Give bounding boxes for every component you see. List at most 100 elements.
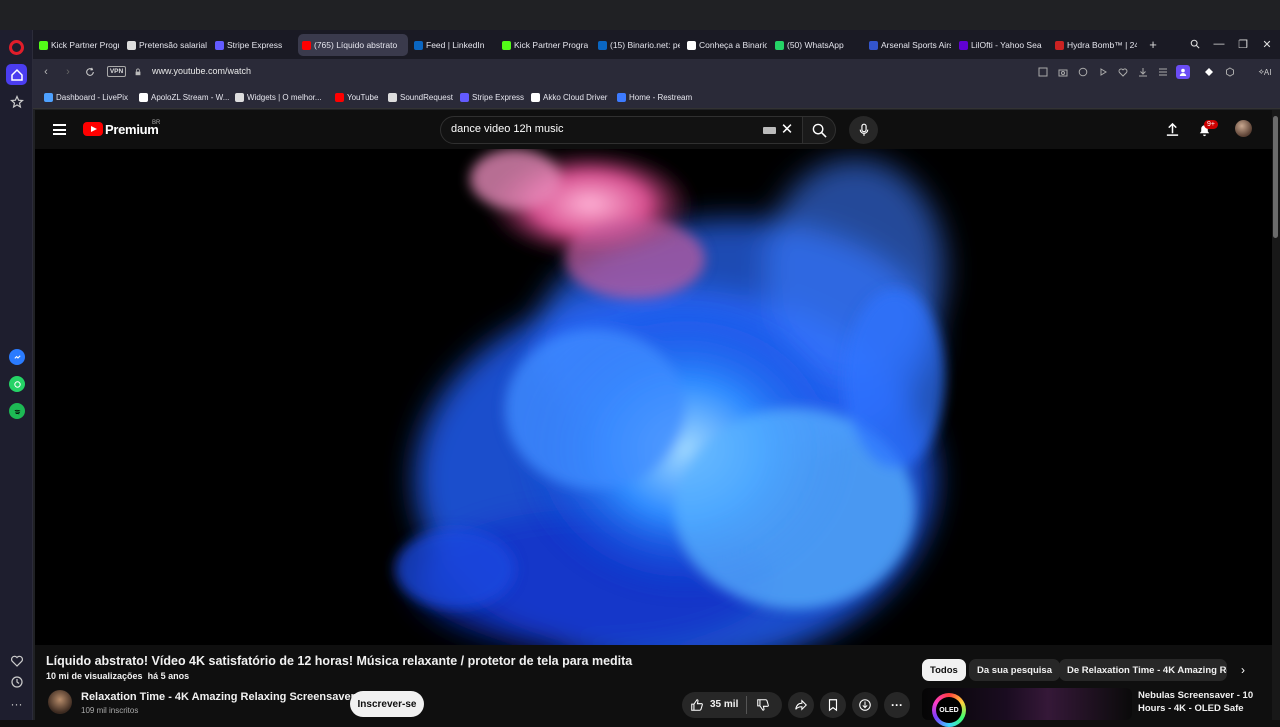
bookmarks-sidebar-button[interactable] (6, 91, 27, 112)
browser-tab[interactable]: Hydra Bomb™ | 24 (1051, 34, 1137, 56)
channel-name[interactable]: Relaxation Time - 4K Amazing Relaxing Sc… (81, 691, 361, 703)
dislike-button[interactable] (750, 692, 776, 718)
bookmark-favicon-icon (531, 93, 540, 102)
tab-label: Stripe Express (227, 40, 283, 50)
extensions-icon[interactable] (1224, 66, 1236, 78)
search-input[interactable]: dance video 12h music (451, 123, 564, 135)
browser-tab[interactable]: Feed | LinkedIn (410, 34, 494, 56)
bookmark-item[interactable]: YouTube (335, 92, 378, 103)
voice-search-button[interactable] (849, 116, 878, 144)
scrollbar-thumb[interactable] (1273, 116, 1278, 238)
youtube-premium-wordmark[interactable]: Premium (105, 122, 159, 137)
video-title: Líquido abstrato! Vídeo 4K satisfatório … (46, 654, 633, 668)
keyboard-icon[interactable] (763, 127, 776, 134)
chip-from-channel[interactable]: De Relaxation Time - 4K Amazing Rel (1059, 659, 1227, 681)
clear-search-icon[interactable]: ✕ (780, 121, 794, 138)
tab-label: Kick Partner Progra (514, 40, 588, 50)
messenger-icon[interactable] (9, 349, 25, 365)
video-meta[interactable]: 10 mi de visualizações há 5 anos (46, 671, 189, 681)
aria-ai-button[interactable]: ⟡ AI (1255, 66, 1275, 78)
tab-search-icon[interactable] (1189, 38, 1201, 50)
chip-all[interactable]: Todos (922, 659, 966, 681)
chevron-right-icon[interactable]: › (1236, 662, 1250, 678)
channel-avatar[interactable] (48, 690, 72, 714)
openai-icon (127, 40, 136, 50)
browser-tab[interactable]: Conheça a Binario. (683, 34, 767, 56)
wallet-icon[interactable] (1203, 66, 1215, 78)
bookmark-item[interactable]: Widgets | O melhor... (235, 92, 322, 103)
browser-tab[interactable]: LilOfti - Yahoo Sea (955, 34, 1047, 56)
heart-sidebar-button[interactable] (6, 650, 27, 671)
whatsapp-icon[interactable] (9, 376, 25, 392)
browser-tab[interactable]: Kick Partner Progra (498, 34, 588, 56)
more-sidebar-button[interactable]: ··· (6, 693, 27, 714)
browser-tab[interactable]: Arsenal Sports Airs (865, 34, 951, 56)
bookmark-item[interactable]: Dashboard - LivePix (44, 92, 128, 103)
youtube-logo-icon[interactable] (83, 122, 103, 136)
chip-from-search[interactable]: Da sua pesquisa (969, 659, 1060, 681)
forward-button[interactable]: › (61, 65, 75, 79)
tab-label: (15) Binario.net: pe (610, 40, 680, 50)
share-button[interactable] (788, 692, 814, 718)
share-icon (795, 699, 807, 711)
stripe-icon (215, 40, 224, 50)
bookmark-item[interactable]: SoundRequest (388, 92, 453, 103)
restore-button[interactable]: ❐ (1237, 38, 1249, 51)
camera-icon[interactable] (1057, 66, 1069, 78)
star-icon (9, 94, 24, 108)
thumbs-up-icon (691, 699, 703, 711)
browser-tab[interactable]: Pretensão salarial S (123, 34, 207, 56)
bookmark-item[interactable]: Home - Restream (617, 92, 692, 103)
hydra-icon (1055, 40, 1064, 50)
like-button[interactable] (684, 692, 710, 718)
more-dots-icon: ··· (10, 696, 23, 711)
tab-label: Kick Partner Progra (51, 40, 119, 50)
browser-tab[interactable]: (50) WhatsApp (771, 34, 861, 56)
more-actions-button[interactable]: ··· (884, 692, 910, 718)
browser-tab[interactable]: (765) Líquido abstrato (298, 34, 408, 56)
download-button[interactable] (852, 692, 878, 718)
history-sidebar-button[interactable] (6, 671, 27, 692)
download-icon (859, 699, 871, 711)
browser-tab[interactable]: Kick Partner Progra (35, 34, 119, 56)
search-button[interactable] (803, 116, 836, 144)
thumbs-down-icon (757, 699, 769, 711)
download-icon[interactable] (1137, 66, 1149, 78)
account-avatar[interactable] (1235, 120, 1252, 137)
browser-tab[interactable]: Stripe Express (211, 34, 293, 56)
recommendation-title[interactable]: Nebulas Screensaver - 10 Hours - 4K - OL… (1138, 689, 1268, 715)
save-button[interactable] (820, 692, 846, 718)
back-button[interactable]: ‹ (39, 65, 53, 79)
bookmark-item[interactable]: ApoloZL Stream - W... (139, 92, 229, 103)
spotify-icon[interactable] (9, 403, 25, 419)
home-icon (10, 68, 23, 81)
hamburger-menu-icon[interactable] (53, 124, 66, 135)
vpn-badge[interactable]: VPN (107, 66, 126, 77)
browser-window: ··· Kick Partner Progra Pretensão salaria… (0, 0, 1280, 727)
subscribe-button[interactable]: Inscrever-se (350, 691, 424, 717)
ai-label: AI (1263, 67, 1272, 77)
reload-button[interactable] (83, 65, 97, 79)
bookmark-item[interactable]: Stripe Express (460, 92, 524, 103)
edit-icon[interactable] (1037, 66, 1049, 78)
tab-label: Pretensão salarial S (139, 40, 207, 50)
home-sidebar-button[interactable] (6, 64, 27, 85)
new-tab-button[interactable]: + (1147, 37, 1159, 52)
play-icon[interactable] (1097, 66, 1109, 78)
minimize-button[interactable]: — (1213, 38, 1225, 50)
shield-icon[interactable] (1077, 66, 1089, 78)
clock-icon (10, 675, 23, 688)
subscriber-count: 109 mil inscritos (81, 706, 139, 715)
bookmark-item[interactable]: Akko Cloud Driver (531, 92, 607, 103)
url-field[interactable]: www.youtube.com/watch (152, 66, 251, 76)
opera-logo-icon[interactable] (9, 40, 24, 55)
upload-button[interactable] (1162, 119, 1182, 139)
like-count: 35 mil (710, 699, 739, 710)
close-window-button[interactable]: ✕ (1261, 38, 1273, 51)
browser-tab[interactable]: (15) Binario.net: pe (594, 34, 680, 56)
easy-setup-icon[interactable] (1157, 66, 1169, 78)
profile-icon[interactable] (1176, 65, 1190, 79)
video-player[interactable] (35, 149, 1272, 645)
heart-icon[interactable] (1117, 66, 1129, 78)
tab-label: Conheça a Binario. (699, 40, 767, 50)
